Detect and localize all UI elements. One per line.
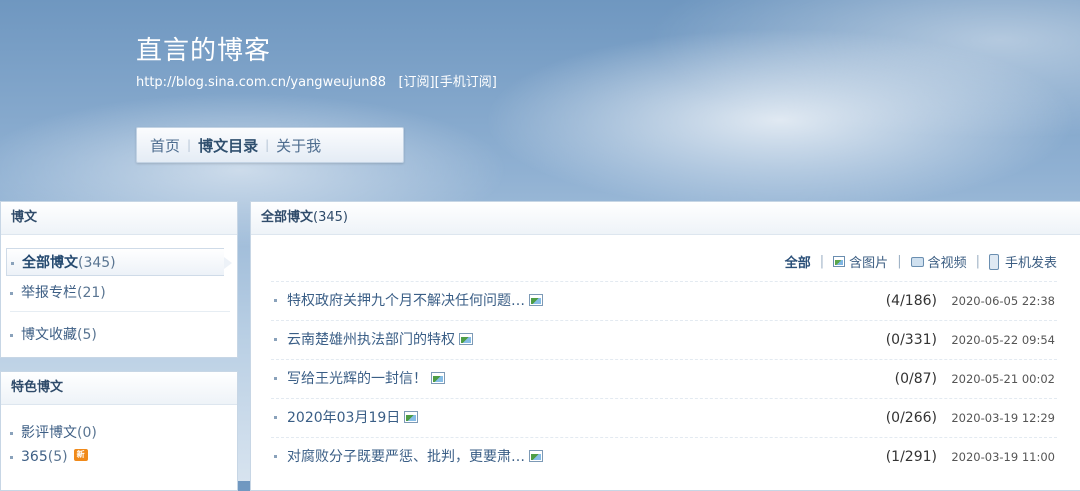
article-title-link[interactable]: 云南楚雄州执法部门的特权 (287, 321, 473, 359)
article-title-link[interactable]: 写给王光辉的一封信！ (287, 360, 445, 398)
bullet-icon (11, 261, 14, 265)
article-stats: (0/87) (894, 371, 937, 387)
article-date: 2020-06-05 22:38 (951, 294, 1055, 308)
blog-header: 直言的博客 http://blog.sina.com.cn/yangweujun… (0, 0, 1080, 200)
sidebar-item-film-reviews[interactable]: 影评博文(0) (10, 422, 97, 442)
blog-url-link[interactable]: http://blog.sina.com.cn/yangweujun88 (136, 75, 386, 90)
blog-title[interactable]: 直言的博客 (136, 30, 271, 67)
bullet-icon (10, 455, 13, 459)
post-list-panel: 全部博文(345) 全部 | 含图片 | 含视频 | 手机发表 特权政府关押九个… (250, 201, 1080, 491)
image-icon (431, 372, 445, 384)
nav-separator: | (265, 138, 270, 152)
featured-panel-title: 特色博文 (1, 372, 237, 405)
mobile-subscribe-link[interactable]: [手机订阅] (435, 75, 497, 90)
bullet-icon (274, 338, 277, 341)
article-title-link[interactable]: 对腐败分子既要严惩、批判，更要肃… (287, 438, 543, 476)
post-list-heading: 全部博文(345) (251, 202, 1080, 235)
posts-panel-title: 博文 (1, 202, 237, 235)
bullet-icon (10, 333, 13, 337)
image-icon (833, 256, 846, 267)
article-row: 特权政府关押九个月不解决任何问题… (4/186) 2020-06-05 22:… (271, 281, 1057, 320)
bullet-icon (274, 299, 277, 302)
image-icon (404, 411, 419, 423)
sidebar-item-favorites[interactable]: 博文收藏(5) (10, 324, 97, 344)
article-row: 对腐败分子既要严惩、批判，更要肃… (1/291) 2020-03-19 11:… (271, 437, 1057, 476)
sidebar-divider (10, 311, 230, 312)
new-icon: 新 (73, 449, 88, 461)
article-stats: (4/186) (885, 293, 937, 309)
image-icon (529, 294, 543, 306)
article-date: 2020-05-21 00:02 (951, 372, 1055, 386)
article-row: 2020年03月19日 (0/266) 2020-03-19 12:29 (271, 398, 1057, 437)
nav-separator: | (187, 138, 192, 152)
bullet-icon (274, 416, 277, 419)
subscribe-link[interactable]: [订阅] (398, 75, 434, 90)
image-icon (529, 450, 543, 462)
sidebar-item-365[interactable]: 365(5) 新 (10, 449, 88, 465)
sidebar-item-all-posts[interactable]: 全部博文(345) (6, 248, 232, 276)
article-date: 2020-03-19 11:00 (951, 450, 1055, 464)
article-stats: (1/291) (885, 449, 937, 465)
featured-sidebar-panel: 特色博文 影评博文(0) 365(5) 新 (0, 371, 238, 491)
phone-icon (988, 253, 999, 270)
article-title-link[interactable]: 特权政府关押九个月不解决任何问题… (287, 282, 543, 320)
main-nav: 首页 | 博文目录 | 关于我 (136, 127, 404, 163)
nav-about[interactable]: 关于我 (276, 135, 321, 156)
bullet-icon (274, 455, 277, 458)
article-row: 云南楚雄州执法部门的特权 (0/331) 2020-05-22 09:54 (271, 320, 1057, 359)
filter-with-images[interactable]: 含图片 (833, 252, 888, 271)
blog-url-row: http://blog.sina.com.cn/yangweujun88 [订阅… (136, 71, 497, 90)
article-stats: (0/266) (885, 410, 937, 426)
filter-all[interactable]: 全部 (785, 252, 811, 271)
post-filter-bar: 全部 | 含图片 | 含视频 | 手机发表 (784, 252, 1057, 271)
filter-mobile-posts[interactable]: 手机发表 (988, 252, 1057, 271)
article-title-link[interactable]: 2020年03月19日 (287, 399, 419, 437)
video-icon (910, 256, 924, 267)
bullet-icon (10, 291, 13, 295)
nav-home[interactable]: 首页 (150, 135, 180, 156)
article-date: 2020-03-19 12:29 (951, 411, 1055, 425)
posts-sidebar-panel: 博文 全部博文(345) 举报专栏(21) 博文收藏(5) (0, 201, 238, 358)
sidebar-item-report-column[interactable]: 举报专栏(21) (10, 282, 106, 302)
article-date: 2020-05-22 09:54 (951, 333, 1055, 347)
filter-with-video[interactable]: 含视频 (910, 252, 967, 271)
article-stats: (0/331) (885, 332, 937, 348)
article-row: 写给王光辉的一封信！ (0/87) 2020-05-21 00:02 (271, 359, 1057, 398)
nav-post-directory[interactable]: 博文目录 (198, 135, 258, 156)
bullet-icon (274, 377, 277, 380)
bullet-icon (10, 431, 13, 435)
article-list: 特权政府关押九个月不解决任何问题… (4/186) 2020-06-05 22:… (271, 281, 1057, 476)
image-icon (459, 333, 473, 345)
